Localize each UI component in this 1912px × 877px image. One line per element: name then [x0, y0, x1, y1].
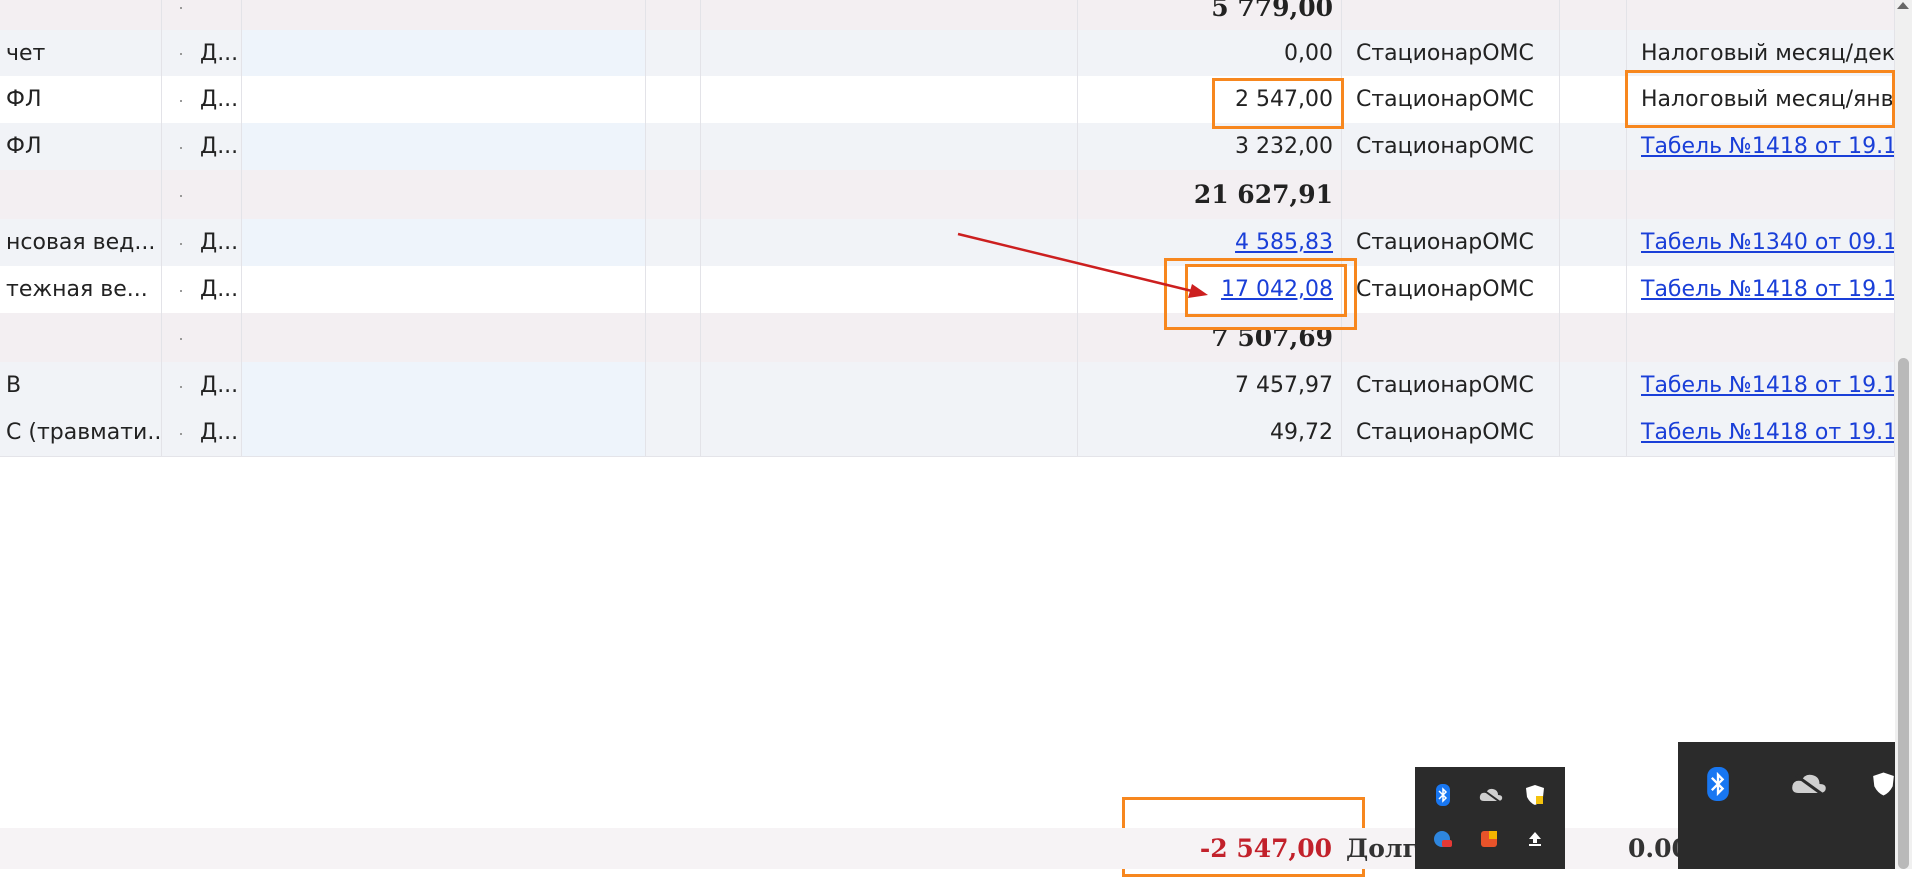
tray-overflow-small	[1415, 767, 1565, 869]
security-shield-icon[interactable]	[1521, 781, 1549, 809]
bluetooth-icon[interactable]	[1429, 781, 1457, 809]
footer-total: -2 547,00	[1199, 834, 1332, 863]
bluetooth-icon[interactable]	[1698, 764, 1738, 804]
scroll-thumb[interactable]	[1898, 358, 1909, 869]
tray-overflow-large	[1678, 742, 1895, 869]
cloud-offline-icon[interactable]	[1786, 764, 1832, 804]
scroll-up-arrow-icon[interactable]	[1897, 2, 1909, 9]
totals-footer: -2 547,00 Долг 0.00	[0, 828, 1895, 869]
footer-label: Долг	[1346, 834, 1418, 863]
app-badge-icon[interactable]	[1429, 825, 1457, 853]
cloud-offline-icon[interactable]	[1475, 781, 1507, 809]
vertical-scrollbar[interactable]	[1895, 0, 1912, 869]
security-shield-icon[interactable]	[1872, 764, 1895, 804]
office-app-icon[interactable]	[1475, 825, 1503, 853]
annotation-arrow	[957, 232, 1208, 298]
upload-icon[interactable]	[1521, 825, 1549, 853]
